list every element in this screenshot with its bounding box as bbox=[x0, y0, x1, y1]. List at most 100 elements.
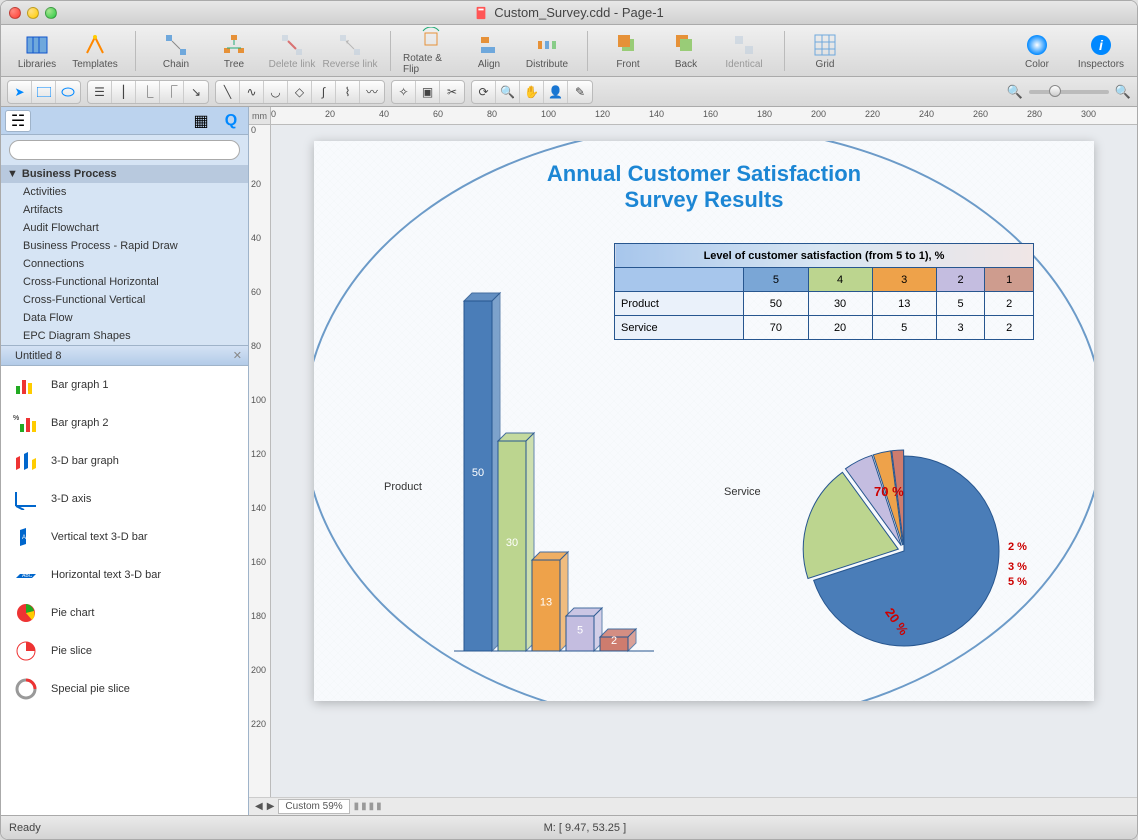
shape-item[interactable]: %Bar graph 2 bbox=[1, 404, 248, 442]
grid-button[interactable]: Grid bbox=[797, 32, 853, 70]
zoom-out-icon[interactable]: 🔍 bbox=[1007, 84, 1023, 100]
zoom-window-button[interactable] bbox=[45, 7, 57, 19]
close-window-button[interactable] bbox=[9, 7, 21, 19]
zoom-select[interactable]: Custom 59% bbox=[278, 799, 349, 814]
freehand-tool[interactable]: 〰 bbox=[360, 81, 384, 103]
svg-text:A: A bbox=[22, 535, 26, 541]
svg-text:50: 50 bbox=[472, 467, 484, 479]
templates-button[interactable]: Templates bbox=[67, 32, 123, 70]
tree-item[interactable]: Connections bbox=[1, 255, 248, 273]
pie-title: Service bbox=[724, 486, 761, 498]
horizontal-ruler: 0204060801001201401601802002202402602803… bbox=[271, 107, 1137, 124]
back-button[interactable]: Back bbox=[658, 32, 714, 70]
svg-text:2: 2 bbox=[611, 635, 617, 647]
tree-item[interactable]: Cross-Functional Vertical bbox=[1, 291, 248, 309]
delete-link-button[interactable]: Delete link bbox=[264, 32, 320, 70]
shape-item[interactable]: Special pie slice bbox=[1, 670, 248, 708]
align-button[interactable]: Align bbox=[461, 26, 517, 75]
search-tab[interactable]: Q bbox=[218, 110, 244, 132]
color-button[interactable]: Color bbox=[1009, 32, 1065, 70]
document-icon bbox=[474, 6, 488, 20]
tree-item[interactable]: Artifacts bbox=[1, 201, 248, 219]
distribute-button[interactable]: Distribute bbox=[519, 26, 575, 75]
canvas-area: mm 0204060801001201401601802002202402602… bbox=[249, 107, 1137, 815]
shape-toolbar: ➤ ☰ ⎮ ⎿ ⎾ ↘ ╲ ∿ ◡ ◇ ∫ ⌇ 〰 ✧ ▣ ✂ ⟳ 🔍 ✋ bbox=[1, 77, 1137, 107]
rotate-flip-button[interactable]: Rotate & Flip bbox=[403, 26, 459, 75]
page-next-button[interactable]: ▶ bbox=[267, 801, 275, 812]
status-left: Ready bbox=[9, 822, 41, 834]
tree-item[interactable]: Business Process - Rapid Draw bbox=[1, 237, 248, 255]
page-title: Annual Customer SatisfactionSurvey Resul… bbox=[314, 161, 1094, 213]
shape-item[interactable]: Bar graph 1 bbox=[1, 366, 248, 404]
ruler-unit: mm bbox=[249, 107, 271, 124]
reverse-link-button[interactable]: Reverse link bbox=[322, 32, 378, 70]
tree-root[interactable]: ▼ Business Process bbox=[1, 165, 248, 183]
sidebar: ☵ ▦ Q ▼ Business Process Activities Arti… bbox=[1, 107, 249, 815]
rect-tool[interactable] bbox=[32, 81, 56, 103]
connector3-tool[interactable]: ⎾ bbox=[160, 81, 184, 103]
identical-button[interactable]: Identical bbox=[716, 32, 772, 70]
libraries-button[interactable]: Libraries bbox=[9, 32, 65, 70]
status-coords: M: [ 9.47, 53.25 ] bbox=[57, 822, 1113, 834]
shape-item[interactable]: AVertical text 3-D bar bbox=[1, 518, 248, 556]
bottom-scroll-bar: ◀ ▶ Custom 59% ▮▮▮▮ bbox=[249, 797, 1137, 815]
crop-tool[interactable]: ▣ bbox=[416, 81, 440, 103]
refresh-tool[interactable]: ⟳ bbox=[472, 81, 496, 103]
text-tool[interactable]: ☰ bbox=[88, 81, 112, 103]
svg-text:30: 30 bbox=[506, 537, 518, 549]
pie-chart: 70 % 20 % 5 % 3 % 2 % bbox=[794, 436, 1054, 666]
curve-tool[interactable]: ∿ bbox=[240, 81, 264, 103]
window-title: Custom_Survey.cdd - Page-1 bbox=[494, 5, 664, 20]
main-toolbar: Libraries Templates Chain Tree Delete li… bbox=[1, 25, 1137, 77]
shape-list: Bar graph 1 %Bar graph 2 3-D bar graph 3… bbox=[1, 366, 248, 815]
ellipse-tool[interactable] bbox=[56, 81, 80, 103]
eyedropper-tool[interactable]: ✎ bbox=[568, 81, 592, 103]
tree-item[interactable]: Data Flow bbox=[1, 309, 248, 327]
minimize-window-button[interactable] bbox=[27, 7, 39, 19]
shape-item[interactable]: 3-D bar graph bbox=[1, 442, 248, 480]
tree-item[interactable]: EPC Diagram Shapes bbox=[1, 327, 248, 345]
svg-text:ABC: ABC bbox=[22, 573, 33, 579]
spline-tool[interactable]: ∫ bbox=[312, 81, 336, 103]
library-search-input[interactable] bbox=[9, 140, 240, 160]
shape-item[interactable]: Pie slice bbox=[1, 632, 248, 670]
shape-item[interactable]: Pie chart bbox=[1, 594, 248, 632]
scissors-tool[interactable]: ✂ bbox=[440, 81, 464, 103]
tree-item[interactable]: Audit Flowchart bbox=[1, 219, 248, 237]
tree-button[interactable]: Tree bbox=[206, 32, 262, 70]
vertical-ruler: 020406080100120140160180200220 bbox=[249, 125, 271, 797]
status-bar: Ready M: [ 9.47, 53.25 ] bbox=[1, 815, 1137, 839]
close-icon[interactable]: ✕ bbox=[233, 349, 242, 362]
titlebar: Custom_Survey.cdd - Page-1 bbox=[1, 1, 1137, 25]
zoom-tool[interactable]: 🔍 bbox=[496, 81, 520, 103]
stamp-tool[interactable]: 👤 bbox=[544, 81, 568, 103]
tree-item[interactable]: Activities bbox=[1, 183, 248, 201]
library-tab[interactable]: ☵ bbox=[5, 110, 31, 132]
line-tool[interactable]: ╲ bbox=[216, 81, 240, 103]
thumbnail-tab[interactable]: ▦ bbox=[188, 110, 214, 132]
pointer-tool[interactable]: ➤ bbox=[8, 81, 32, 103]
arc-tool[interactable]: ◡ bbox=[264, 81, 288, 103]
selected-library[interactable]: Untitled 8✕ bbox=[1, 345, 248, 366]
connector2-tool[interactable]: ⎿ bbox=[136, 81, 160, 103]
svg-text:5: 5 bbox=[577, 625, 583, 637]
hand-tool[interactable]: ✋ bbox=[520, 81, 544, 103]
bar-chart: Product 50 30 13 5 2 bbox=[454, 271, 694, 671]
zoom-in-icon[interactable]: 🔍 bbox=[1115, 84, 1131, 100]
connector1-tool[interactable]: ⎮ bbox=[112, 81, 136, 103]
shape-item[interactable]: ABCHorizontal text 3-D bar bbox=[1, 556, 248, 594]
canvas-scroll[interactable]: Annual Customer SatisfactionSurvey Resul… bbox=[271, 125, 1137, 797]
front-button[interactable]: Front bbox=[600, 32, 656, 70]
shape-item[interactable]: 3-D axis bbox=[1, 480, 248, 518]
tree-item[interactable]: Cross-Functional Horizontal bbox=[1, 273, 248, 291]
zoom-slider[interactable]: 🔍 🔍 bbox=[1007, 84, 1131, 100]
chain-button[interactable]: Chain bbox=[148, 32, 204, 70]
connector4-tool[interactable]: ↘ bbox=[184, 81, 208, 103]
svg-text:%: % bbox=[13, 415, 19, 422]
bezier-tool[interactable]: ⌇ bbox=[336, 81, 360, 103]
page[interactable]: Annual Customer SatisfactionSurvey Resul… bbox=[314, 141, 1094, 701]
page-prev-button[interactable]: ◀ bbox=[255, 801, 263, 812]
inspectors-button[interactable]: iInspectors bbox=[1073, 32, 1129, 70]
edit-points-tool[interactable]: ✧ bbox=[392, 81, 416, 103]
poly-tool[interactable]: ◇ bbox=[288, 81, 312, 103]
